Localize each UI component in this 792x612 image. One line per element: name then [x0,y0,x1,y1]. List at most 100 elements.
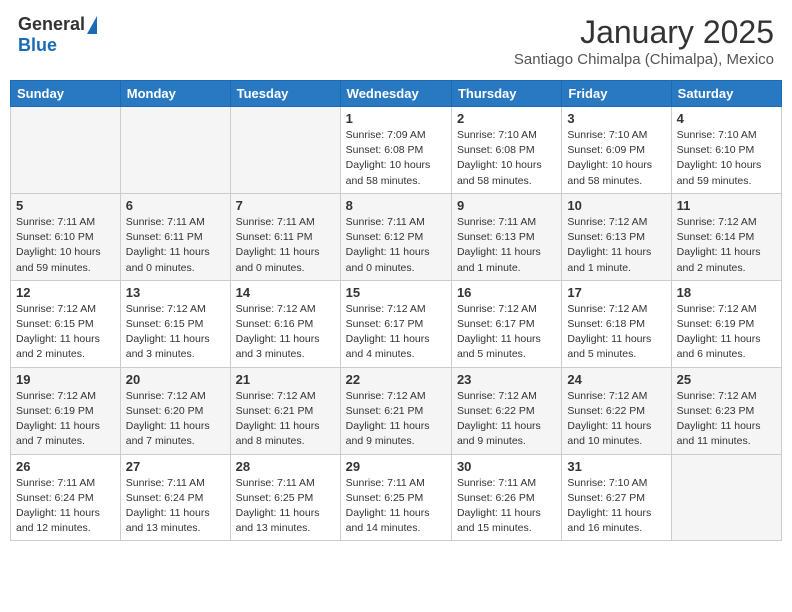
calendar-week-row: 1 Sunrise: 7:09 AM Sunset: 6:08 PM Daylig… [11,107,782,194]
day-info: Sunrise: 7:12 AM Sunset: 6:23 PM Dayligh… [677,389,776,450]
day-info: Sunrise: 7:12 AM Sunset: 6:15 PM Dayligh… [126,302,225,363]
day-info: Sunrise: 7:12 AM Sunset: 6:18 PM Dayligh… [567,302,665,363]
calendar-header-wednesday: Wednesday [340,81,451,107]
calendar-cell: 7 Sunrise: 7:11 AM Sunset: 6:11 PM Daylig… [230,193,340,280]
calendar-cell: 31Sunrise: 7:10 AM Sunset: 6:27 PM Dayli… [562,454,671,541]
day-number: 5 [16,198,115,213]
calendar-cell: 20Sunrise: 7:12 AM Sunset: 6:20 PM Dayli… [120,367,230,454]
day-number: 15 [346,285,446,300]
day-info: Sunrise: 7:11 AM Sunset: 6:24 PM Dayligh… [126,476,225,537]
day-info: Sunrise: 7:10 AM Sunset: 6:08 PM Dayligh… [457,128,556,189]
day-info: Sunrise: 7:12 AM Sunset: 6:13 PM Dayligh… [567,215,665,276]
day-number: 6 [126,198,225,213]
calendar-header-monday: Monday [120,81,230,107]
day-number: 7 [236,198,335,213]
day-number: 22 [346,372,446,387]
day-info: Sunrise: 7:12 AM Sunset: 6:15 PM Dayligh… [16,302,115,363]
day-number: 23 [457,372,556,387]
day-info: Sunrise: 7:12 AM Sunset: 6:17 PM Dayligh… [457,302,556,363]
logo: General Blue [18,14,97,56]
calendar-cell: 8Sunrise: 7:11 AM Sunset: 6:12 PM Daylig… [340,193,451,280]
day-info: Sunrise: 7:12 AM Sunset: 6:16 PM Dayligh… [236,302,335,363]
day-number: 18 [677,285,776,300]
calendar-cell: 19 Sunrise: 7:12 AM Sunset: 6:19 PM Dayli… [11,367,121,454]
day-info: Sunrise: 7:11 AM Sunset: 6:11 PM Dayligh… [126,215,225,276]
calendar-header-saturday: Saturday [671,81,781,107]
day-info: Sunrise: 7:12 AM Sunset: 6:17 PM Dayligh… [346,302,446,363]
calendar-cell: 17 Sunrise: 7:12 AM Sunset: 6:18 PM Dayli… [562,280,671,367]
calendar-week-row: 5 Sunrise: 7:11 AM Sunset: 6:10 PM Daylig… [11,193,782,280]
day-info: Sunrise: 7:11 AM Sunset: 6:10 PM Dayligh… [16,215,115,276]
day-number: 25 [677,372,776,387]
calendar-cell [11,107,121,194]
day-number: 14 [236,285,335,300]
calendar-cell: 15 Sunrise: 7:12 AM Sunset: 6:17 PM Dayli… [340,280,451,367]
calendar-cell: 24 Sunrise: 7:12 AM Sunset: 6:22 PM Dayli… [562,367,671,454]
calendar-body: 1 Sunrise: 7:09 AM Sunset: 6:08 PM Daylig… [11,107,782,541]
day-info: Sunrise: 7:12 AM Sunset: 6:21 PM Dayligh… [236,389,335,450]
day-number: 19 [16,372,115,387]
day-info: Sunrise: 7:11 AM Sunset: 6:11 PM Dayligh… [236,215,335,276]
calendar-cell: 16Sunrise: 7:12 AM Sunset: 6:17 PM Dayli… [451,280,561,367]
day-number: 1 [346,111,446,126]
day-number: 10 [567,198,665,213]
day-number: 21 [236,372,335,387]
calendar-cell: 27 Sunrise: 7:11 AM Sunset: 6:24 PM Dayli… [120,454,230,541]
day-number: 3 [567,111,665,126]
day-info: Sunrise: 7:11 AM Sunset: 6:13 PM Dayligh… [457,215,556,276]
calendar-cell: 26 Sunrise: 7:11 AM Sunset: 6:24 PM Dayli… [11,454,121,541]
calendar-cell: 28Sunrise: 7:11 AM Sunset: 6:25 PM Dayli… [230,454,340,541]
calendar-cell: 12 Sunrise: 7:12 AM Sunset: 6:15 PM Dayli… [11,280,121,367]
day-info: Sunrise: 7:10 AM Sunset: 6:09 PM Dayligh… [567,128,665,189]
calendar-cell: 14 Sunrise: 7:12 AM Sunset: 6:16 PM Dayli… [230,280,340,367]
calendar-cell: 21 Sunrise: 7:12 AM Sunset: 6:21 PM Dayli… [230,367,340,454]
calendar-cell: 4Sunrise: 7:10 AM Sunset: 6:10 PM Daylig… [671,107,781,194]
calendar-header-row: SundayMondayTuesdayWednesdayThursdayFrid… [11,81,782,107]
day-number: 26 [16,459,115,474]
day-number: 11 [677,198,776,213]
day-info: Sunrise: 7:11 AM Sunset: 6:12 PM Dayligh… [346,215,446,276]
calendar-cell: 6 Sunrise: 7:11 AM Sunset: 6:11 PM Daylig… [120,193,230,280]
calendar-header-thursday: Thursday [451,81,561,107]
calendar-cell: 3 Sunrise: 7:10 AM Sunset: 6:09 PM Daylig… [562,107,671,194]
day-info: Sunrise: 7:12 AM Sunset: 6:21 PM Dayligh… [346,389,446,450]
day-info: Sunrise: 7:12 AM Sunset: 6:22 PM Dayligh… [567,389,665,450]
day-info: Sunrise: 7:12 AM Sunset: 6:19 PM Dayligh… [16,389,115,450]
calendar-cell: 23Sunrise: 7:12 AM Sunset: 6:22 PM Dayli… [451,367,561,454]
day-number: 13 [126,285,225,300]
calendar-cell: 29Sunrise: 7:11 AM Sunset: 6:25 PM Dayli… [340,454,451,541]
logo-triangle-icon [87,16,97,34]
calendar-header-tuesday: Tuesday [230,81,340,107]
day-info: Sunrise: 7:09 AM Sunset: 6:08 PM Dayligh… [346,128,446,189]
title-block: January 2025 Santiago Chimalpa (Chimalpa… [514,14,774,68]
day-info: Sunrise: 7:11 AM Sunset: 6:25 PM Dayligh… [346,476,446,537]
logo-blue-text: Blue [18,35,57,56]
day-info: Sunrise: 7:11 AM Sunset: 6:26 PM Dayligh… [457,476,556,537]
calendar-cell: 11Sunrise: 7:12 AM Sunset: 6:14 PM Dayli… [671,193,781,280]
day-number: 20 [126,372,225,387]
calendar-cell [671,454,781,541]
calendar-cell: 5 Sunrise: 7:11 AM Sunset: 6:10 PM Daylig… [11,193,121,280]
calendar-cell: 30 Sunrise: 7:11 AM Sunset: 6:26 PM Dayli… [451,454,561,541]
calendar-header-friday: Friday [562,81,671,107]
logo-general-text: General [18,14,85,35]
calendar-header-sunday: Sunday [11,81,121,107]
day-number: 9 [457,198,556,213]
calendar-table: SundayMondayTuesdayWednesdayThursdayFrid… [10,80,782,541]
page-header: General Blue January 2025 Santiago Chima… [10,10,782,72]
calendar-cell: 10 Sunrise: 7:12 AM Sunset: 6:13 PM Dayli… [562,193,671,280]
day-info: Sunrise: 7:11 AM Sunset: 6:24 PM Dayligh… [16,476,115,537]
day-info: Sunrise: 7:10 AM Sunset: 6:10 PM Dayligh… [677,128,776,189]
calendar-cell: 18Sunrise: 7:12 AM Sunset: 6:19 PM Dayli… [671,280,781,367]
calendar-week-row: 12 Sunrise: 7:12 AM Sunset: 6:15 PM Dayli… [11,280,782,367]
calendar-cell [230,107,340,194]
day-number: 12 [16,285,115,300]
day-number: 17 [567,285,665,300]
day-number: 27 [126,459,225,474]
location-subtitle: Santiago Chimalpa (Chimalpa), Mexico [514,51,774,68]
day-number: 30 [457,459,556,474]
calendar-cell: 9 Sunrise: 7:11 AM Sunset: 6:13 PM Daylig… [451,193,561,280]
day-number: 24 [567,372,665,387]
month-title: January 2025 [514,14,774,51]
day-number: 31 [567,459,665,474]
